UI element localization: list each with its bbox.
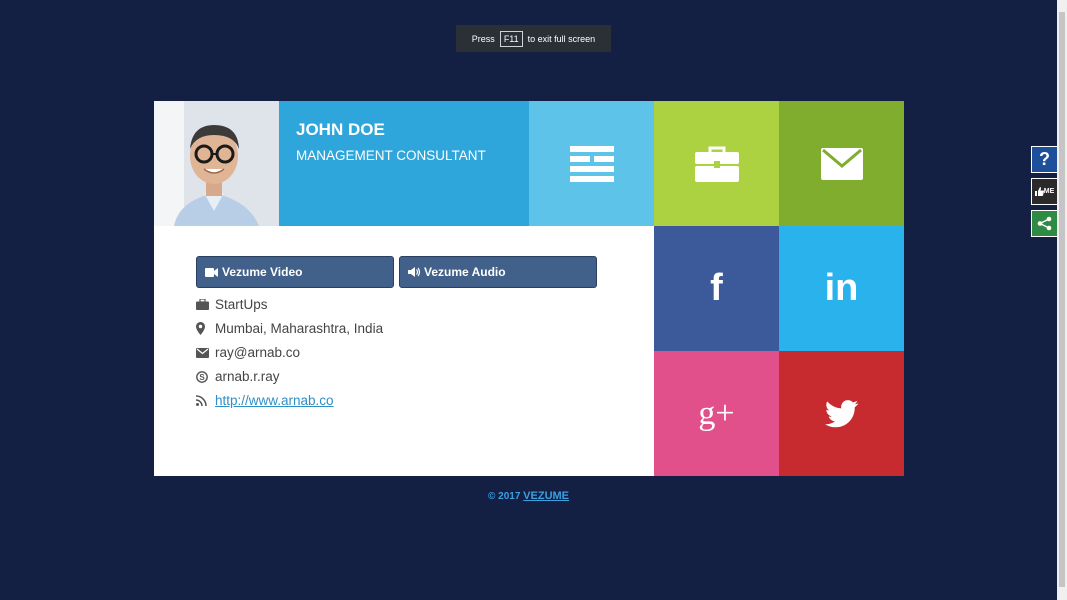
vezume-audio-button[interactable]: Vezume Audio [399, 256, 597, 288]
menu-tile[interactable] [529, 101, 654, 226]
fullscreen-key: F11 [499, 30, 523, 47]
person-avatar-icon [154, 101, 279, 226]
share-button[interactable] [1031, 210, 1058, 237]
skype-text: arnab.r.ray [215, 369, 280, 384]
vezume-video-button[interactable]: Vezume Video [196, 256, 394, 288]
mail-tile[interactable] [779, 101, 904, 226]
question-mark-icon: ? [1039, 149, 1050, 169]
profile-photo [154, 101, 279, 226]
skype-icon: S [196, 370, 215, 383]
envelope-small-icon [196, 347, 215, 358]
info-panel: Vezume Video Vezume Audio StartUps Mumba… [154, 226, 654, 476]
fullscreen-suffix-text: to exit full screen [527, 33, 596, 44]
email-text: ray@arnab.co [215, 345, 300, 360]
envelope-icon [820, 147, 863, 180]
twitter-tile[interactable] [779, 351, 904, 476]
name-block: JOHN DOE MANAGEMENT CONSULTANT [279, 101, 529, 226]
email-row: ray@arnab.co [196, 345, 300, 360]
scrollbar-thumb[interactable] [1059, 12, 1065, 587]
like-me-label: ME [1043, 188, 1055, 195]
briefcase-small-icon [196, 299, 215, 310]
linkedin-icon: in [824, 267, 859, 309]
industry-text: StartUps [215, 297, 268, 312]
like-me-button[interactable]: ME [1031, 178, 1058, 205]
fullscreen-banner: Press F11 to exit full screen [456, 25, 611, 52]
profile-title: MANAGEMENT CONSULTANT [296, 148, 486, 163]
rss-icon [196, 395, 215, 406]
profile-card: JOHN DOE MANAGEMENT CONSULTANT f in g+ V… [154, 101, 904, 476]
googleplus-icon: g+ [698, 394, 735, 432]
googleplus-tile[interactable]: g+ [654, 351, 779, 476]
thumbs-up-icon [1034, 187, 1044, 196]
video-camera-icon [205, 267, 218, 277]
speaker-icon [408, 267, 420, 277]
menu-icon [569, 145, 614, 182]
briefcase-icon [694, 146, 739, 182]
facebook-icon: f [710, 267, 723, 309]
location-text: Mumbai, Maharashtra, India [215, 321, 384, 336]
location-row: Mumbai, Maharashtra, India [196, 321, 383, 336]
website-link[interactable]: http://www.arnab.co [215, 393, 334, 408]
twitter-icon [824, 399, 858, 427]
help-button[interactable]: ? [1031, 146, 1058, 173]
svg-text:S: S [199, 372, 205, 381]
facebook-tile[interactable]: f [654, 226, 779, 351]
skype-row: S arnab.r.ray [196, 369, 280, 384]
briefcase-tile[interactable] [654, 101, 779, 226]
vezume-video-label: Vezume Video [222, 265, 303, 279]
profile-name: JOHN DOE [296, 120, 385, 139]
vezume-audio-label: Vezume Audio [424, 265, 506, 279]
fullscreen-press-text: Press [471, 33, 495, 44]
linkedin-tile[interactable]: in [779, 226, 904, 351]
share-icon [1037, 216, 1052, 231]
industry-row: StartUps [196, 297, 268, 312]
copyright-text: © 2017 [487, 491, 521, 502]
vezume-footer-link[interactable]: VEZUME [523, 490, 569, 502]
footer: © 2017 VEZUME [0, 490, 1057, 502]
map-marker-icon [196, 322, 215, 335]
website-row: http://www.arnab.co [196, 393, 334, 408]
page-scrollbar[interactable] [1057, 0, 1067, 600]
